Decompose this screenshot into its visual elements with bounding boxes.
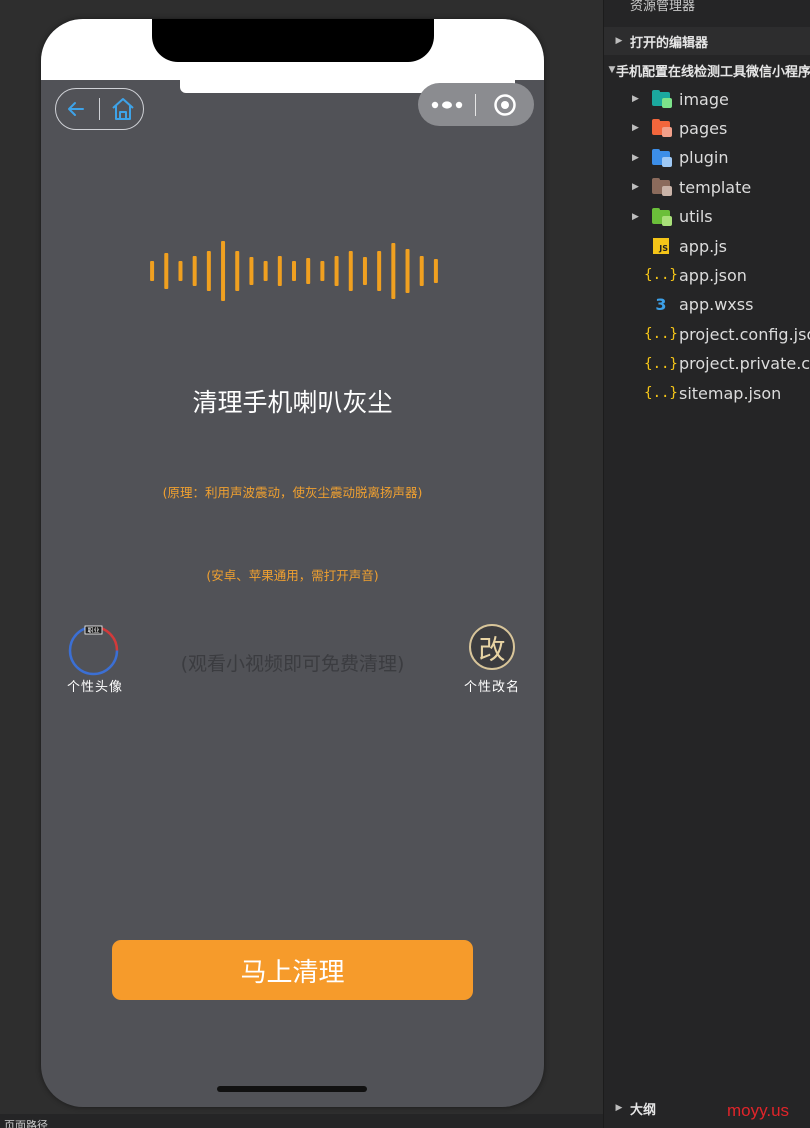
- wave-bar: [419, 256, 424, 286]
- tree-item-label: app.wxss: [679, 295, 754, 315]
- tree-item-label: app.json: [679, 265, 747, 285]
- tree-item-label: utils: [679, 207, 713, 227]
- json-file-icon: {..}: [644, 267, 678, 284]
- back-arrow-icon: [67, 102, 84, 116]
- tree-item-label: template: [679, 177, 752, 197]
- tree-item-app-js[interactable]: JS app.js: [604, 232, 810, 260]
- compat-text: (安卓、苹果通用，需打开声音): [206, 568, 379, 583]
- wave-bar: [206, 251, 211, 291]
- chevron-right-icon: ▶: [632, 211, 639, 222]
- json-file-icon: {..}: [644, 326, 678, 343]
- wave-bar: [263, 261, 268, 281]
- phone-frame: 清理手机喇叭灰尘 (原理：利用声波震动，使灰尘震动脱离扬声器) (安卓、苹果通用…: [41, 19, 544, 1107]
- tree-item-utils[interactable]: ▶ utils: [604, 203, 810, 231]
- back-button[interactable]: [56, 89, 95, 129]
- chevron-right-icon: ▶: [632, 152, 639, 163]
- tree-item-app-wxss[interactable]: 3 app.wxss: [604, 291, 810, 319]
- chevron-right-icon: ▶: [632, 94, 639, 104]
- tree-item-app-json[interactable]: {..} app.json: [604, 261, 810, 289]
- simulator-area: 清理手机喇叭灰尘 (原理：利用声波震动，使灰尘震动脱离扬声器) (安卓、苹果通用…: [0, 0, 603, 1128]
- folder-icon: [651, 90, 672, 108]
- folder-icon: [651, 178, 672, 197]
- explorer-header: 资源管理器: [630, 0, 696, 14]
- wave-bar: [348, 251, 353, 291]
- folder-icon: [651, 119, 672, 138]
- wave-bar: [362, 257, 367, 285]
- avatar-icon: 职业: [68, 625, 119, 676]
- simulator-status-strip: 页面路径: [0, 1114, 603, 1128]
- wave-bar: [320, 261, 325, 281]
- avatar-label: 个性头像: [66, 680, 123, 695]
- clean-now-button[interactable]: 马上清理: [112, 940, 473, 1000]
- outline-label: 大纲: [630, 1102, 657, 1118]
- chevron-right-icon: ▶: [615, 36, 623, 46]
- close-button[interactable]: [476, 83, 533, 126]
- folder-icon: [651, 148, 672, 167]
- wave-bar: [235, 251, 240, 291]
- sound-wave-icon: [150, 241, 438, 301]
- js-file-icon: JS: [651, 237, 671, 255]
- watermark: moyy.us: [727, 1101, 790, 1120]
- tree-item-label: app.js: [679, 236, 727, 256]
- wave-bar: [405, 249, 410, 293]
- close-target-icon: [493, 93, 516, 116]
- home-button[interactable]: [104, 89, 143, 129]
- chevron-down-icon: ▼: [608, 65, 616, 75]
- tree-item-label: project.private.config.json: [679, 354, 810, 374]
- tree-item-image[interactable]: ▶ image: [604, 85, 810, 113]
- chevron-right-icon: ▶: [615, 1103, 623, 1113]
- phone-notch: [152, 19, 434, 62]
- json-file-icon: {..}: [644, 385, 678, 401]
- open-editors-section[interactable]: ▶ 打开的编辑器: [604, 27, 810, 55]
- tree-item-label: sitemap.json: [679, 383, 782, 403]
- tree-item-label: project.config.json: [679, 324, 810, 344]
- explorer-panel: 资源管理器 ▶ 打开的编辑器 ▼ 手机配置在线检测工具微信小程序 ▶ image ▶…: [603, 0, 810, 1128]
- tree-item-template[interactable]: ▶ template: [604, 173, 810, 201]
- tree-item-pages[interactable]: ▶ pages: [604, 114, 810, 142]
- wave-bar: [334, 256, 339, 286]
- more-button[interactable]: [418, 83, 475, 126]
- nav-divider: [99, 98, 100, 120]
- wave-bar: [164, 253, 169, 289]
- wave-bar: [150, 261, 155, 281]
- wxss-file-icon: 3: [655, 295, 667, 315]
- rename-label: 个性改名: [463, 680, 520, 695]
- page-title: 清理手机喇叭灰尘: [192, 388, 393, 417]
- tree-item-label: image: [679, 89, 729, 109]
- folder-icon: [651, 207, 672, 226]
- more-dots-icon: [431, 100, 462, 109]
- tree-item-project-config-json[interactable]: {..}project.config.json: [604, 320, 810, 348]
- tree-item-plugin[interactable]: ▶ plugin: [604, 144, 810, 172]
- page-path-label: 页面路径: [4, 1119, 48, 1128]
- wave-bar: [433, 259, 438, 283]
- principle-text: (原理：利用声波震动，使灰尘震动脱离扬声器): [162, 485, 423, 500]
- home-icon: [112, 98, 135, 120]
- json-file-icon: {..}: [644, 355, 678, 372]
- chevron-right-icon: ▶: [632, 123, 639, 134]
- wave-bar: [178, 261, 183, 281]
- wave-bar: [377, 251, 382, 291]
- chevron-right-icon: ▶: [632, 182, 639, 193]
- project-name: 手机配置在线检测工具微信小程序: [615, 64, 810, 80]
- wave-bar: [277, 256, 282, 286]
- tree-item-project-private-config-json[interactable]: {..}project.private.config.json: [604, 350, 810, 378]
- project-section[interactable]: ▼ 手机配置在线检测工具微信小程序: [604, 56, 810, 84]
- menu-capsule: [418, 83, 534, 126]
- tree-item-sitemap-json[interactable]: {..} sitemap.json: [604, 379, 810, 407]
- open-editors-label: 打开的编辑器: [630, 35, 709, 51]
- wave-bar: [192, 256, 197, 286]
- wave-bar: [221, 241, 226, 301]
- rename-button[interactable]: 改 个性改名: [454, 622, 530, 695]
- home-indicator[interactable]: [217, 1086, 367, 1092]
- wave-bar: [391, 243, 396, 299]
- tree-item-label: pages: [679, 118, 728, 138]
- avatar-badge: 职业: [87, 627, 99, 635]
- wave-bar: [306, 258, 311, 284]
- tree-item-label: plugin: [679, 148, 729, 168]
- wave-bar: [292, 261, 296, 281]
- avatar-button[interactable]: 职业 个性头像: [57, 622, 133, 695]
- nav-capsule: [55, 88, 144, 130]
- wave-bar: [249, 257, 254, 285]
- rename-icon: 改: [469, 624, 515, 670]
